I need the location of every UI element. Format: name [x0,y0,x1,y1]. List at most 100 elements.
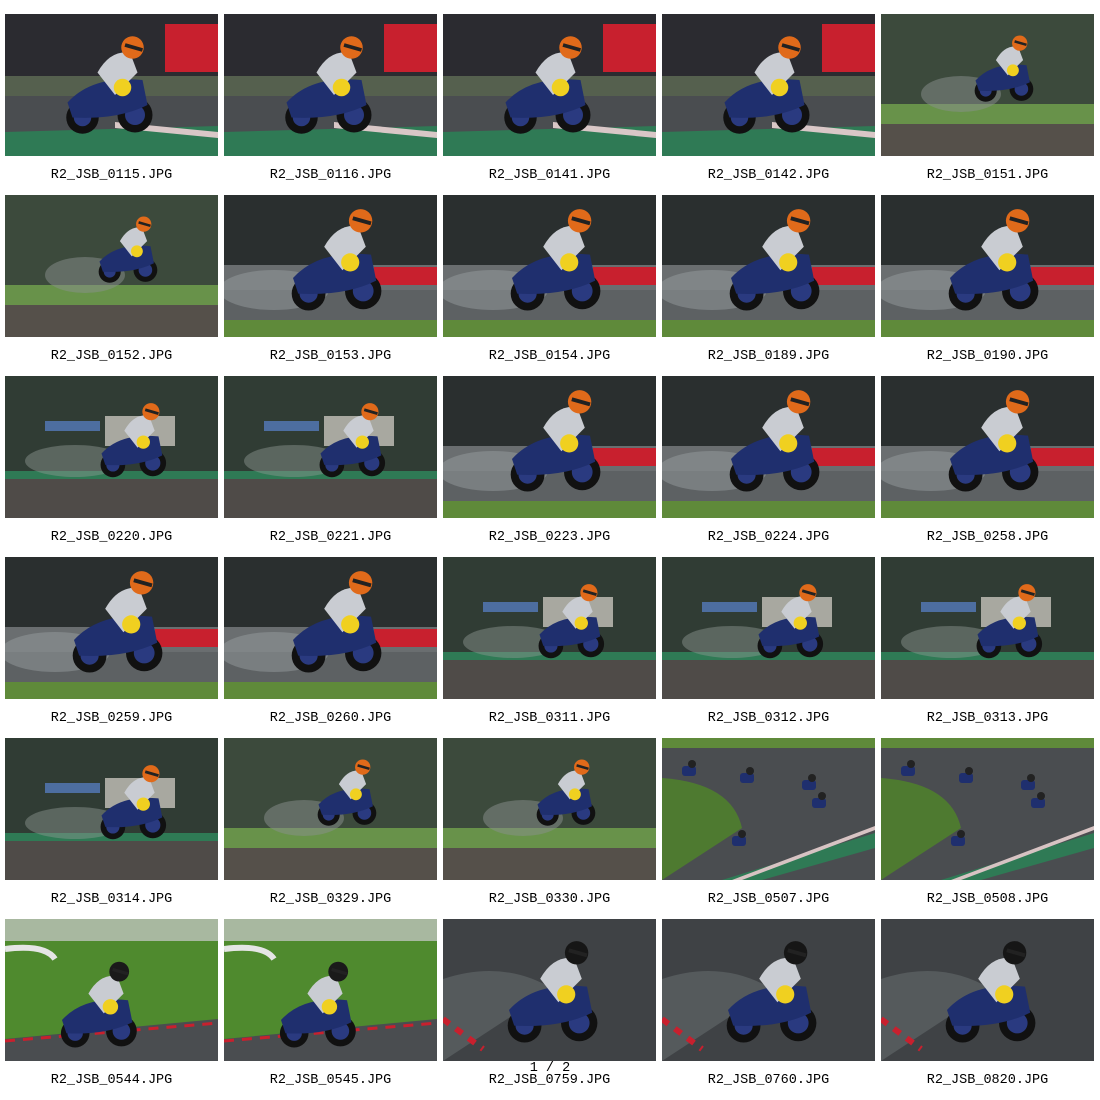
motorcycle-photo [224,919,437,1061]
thumbnail-filename[interactable]: R2_JSB_0152.JPG [5,349,218,364]
thumbnail-item[interactable]: R2_JSB_0260.JPG [224,557,443,738]
thumbnail-filename[interactable]: R2_JSB_0259.JPG [5,711,218,726]
thumbnail-image[interactable] [662,376,875,518]
thumbnail-row: R2_JSB_0152.JPG R2_JSB_0153.JPG R2_JSB_0… [5,195,1095,376]
thumbnail-item[interactable]: R2_JSB_0153.JPG [224,195,443,376]
thumbnail-image[interactable] [443,557,656,699]
thumbnail-filename[interactable]: R2_JSB_0220.JPG [5,530,218,545]
thumbnail-item[interactable]: R2_JSB_0221.JPG [224,376,443,557]
thumbnail-item[interactable]: R2_JSB_0329.JPG [224,738,443,919]
thumbnail-item[interactable]: R2_JSB_0116.JPG [224,14,443,195]
thumbnail-filename[interactable]: R2_JSB_0153.JPG [224,349,437,364]
motorcycle-photo [443,919,656,1061]
thumbnail-filename[interactable]: R2_JSB_0314.JPG [5,892,218,907]
thumbnail-image[interactable] [881,557,1094,699]
thumbnail-image[interactable] [443,195,656,337]
thumbnail-filename[interactable]: R2_JSB_0141.JPG [443,168,656,183]
thumbnail-item[interactable]: R2_JSB_0259.JPG [5,557,224,738]
thumbnail-image[interactable] [224,195,437,337]
thumbnail-filename[interactable]: R2_JSB_0154.JPG [443,349,656,364]
thumbnail-item[interactable]: R2_JSB_0258.JPG [881,376,1100,557]
thumbnail-filename[interactable]: R2_JSB_0116.JPG [224,168,437,183]
motorcycle-photo [443,376,656,518]
thumbnail-filename[interactable]: R2_JSB_0330.JPG [443,892,656,907]
thumbnail-item[interactable]: R2_JSB_0115.JPG [5,14,224,195]
thumbnail-image[interactable] [443,376,656,518]
thumbnail-filename[interactable]: R2_JSB_0142.JPG [662,168,875,183]
thumbnail-image[interactable] [224,14,437,156]
motorcycle-photo [224,195,437,337]
thumbnail-item[interactable]: R2_JSB_0151.JPG [881,14,1100,195]
thumbnail-item[interactable]: R2_JSB_0507.JPG [662,738,881,919]
thumbnail-item[interactable]: R2_JSB_0313.JPG [881,557,1100,738]
thumbnail-row: R2_JSB_0115.JPG R2_JSB_0116.JPG R2_JSB_0… [5,14,1095,195]
thumbnail-item[interactable]: R2_JSB_0223.JPG [443,376,662,557]
thumbnail-image[interactable] [881,376,1094,518]
thumbnail-item[interactable]: R2_JSB_0224.JPG [662,376,881,557]
thumbnail-image[interactable] [443,14,656,156]
motorcycle-photo [881,376,1094,518]
thumbnail-filename[interactable]: R2_JSB_0508.JPG [881,892,1094,907]
thumbnail-image[interactable] [5,195,218,337]
thumbnail-image[interactable] [5,919,218,1061]
thumbnail-filename[interactable]: R2_JSB_0260.JPG [224,711,437,726]
thumbnail-item[interactable]: R2_JSB_0154.JPG [443,195,662,376]
thumbnail-image[interactable] [881,195,1094,337]
thumbnail-image[interactable] [5,376,218,518]
thumbnail-image[interactable] [881,738,1094,880]
motorcycle-photo [881,738,1094,880]
motorcycle-photo [662,376,875,518]
thumbnail-item[interactable]: R2_JSB_0190.JPG [881,195,1100,376]
thumbnail-item[interactable]: R2_JSB_0311.JPG [443,557,662,738]
thumbnail-filename[interactable]: R2_JSB_0223.JPG [443,530,656,545]
thumbnail-item[interactable]: R2_JSB_0220.JPG [5,376,224,557]
thumbnail-image[interactable] [662,195,875,337]
thumbnail-image[interactable] [662,557,875,699]
thumbnail-item[interactable]: R2_JSB_0142.JPG [662,14,881,195]
thumbnail-item[interactable]: R2_JSB_0314.JPG [5,738,224,919]
thumbnail-image[interactable] [224,919,437,1061]
motorcycle-photo [224,376,437,518]
motorcycle-photo [443,195,656,337]
thumbnail-filename[interactable]: R2_JSB_0329.JPG [224,892,437,907]
thumbnail-item[interactable]: R2_JSB_0141.JPG [443,14,662,195]
motorcycle-photo [881,919,1094,1061]
thumbnail-image[interactable] [224,557,437,699]
thumbnail-image[interactable] [881,14,1094,156]
thumbnail-filename[interactable]: R2_JSB_0115.JPG [5,168,218,183]
thumbnail-image[interactable] [662,14,875,156]
thumbnail-image[interactable] [662,919,875,1061]
motorcycle-photo [5,14,218,156]
motorcycle-photo [5,919,218,1061]
thumbnail-image[interactable] [662,738,875,880]
thumbnail-image[interactable] [443,738,656,880]
thumbnail-filename[interactable]: R2_JSB_0221.JPG [224,530,437,545]
thumbnail-item[interactable]: R2_JSB_0189.JPG [662,195,881,376]
thumbnail-image[interactable] [5,14,218,156]
thumbnail-filename[interactable]: R2_JSB_0189.JPG [662,349,875,364]
motorcycle-photo [5,738,218,880]
thumbnail-item[interactable]: R2_JSB_0152.JPG [5,195,224,376]
motorcycle-photo [5,376,218,518]
thumbnail-filename[interactable]: R2_JSB_0507.JPG [662,892,875,907]
thumbnail-item[interactable]: R2_JSB_0508.JPG [881,738,1100,919]
thumbnail-filename[interactable]: R2_JSB_0311.JPG [443,711,656,726]
thumbnail-item[interactable]: R2_JSB_0330.JPG [443,738,662,919]
thumbnail-filename[interactable]: R2_JSB_0312.JPG [662,711,875,726]
thumbnail-image[interactable] [443,919,656,1061]
thumbnail-image[interactable] [881,919,1094,1061]
thumbnail-image[interactable] [5,738,218,880]
thumbnail-filename[interactable]: R2_JSB_0151.JPG [881,168,1094,183]
thumbnail-filename[interactable]: R2_JSB_0224.JPG [662,530,875,545]
thumbnail-image[interactable] [5,557,218,699]
thumbnail-filename[interactable]: R2_JSB_0258.JPG [881,530,1094,545]
motorcycle-photo [5,557,218,699]
motorcycle-photo [224,557,437,699]
thumbnail-filename[interactable]: R2_JSB_0190.JPG [881,349,1094,364]
motorcycle-photo [443,738,656,880]
motorcycle-photo [443,14,656,156]
thumbnail-image[interactable] [224,738,437,880]
thumbnail-item[interactable]: R2_JSB_0312.JPG [662,557,881,738]
thumbnail-filename[interactable]: R2_JSB_0313.JPG [881,711,1094,726]
thumbnail-image[interactable] [224,376,437,518]
